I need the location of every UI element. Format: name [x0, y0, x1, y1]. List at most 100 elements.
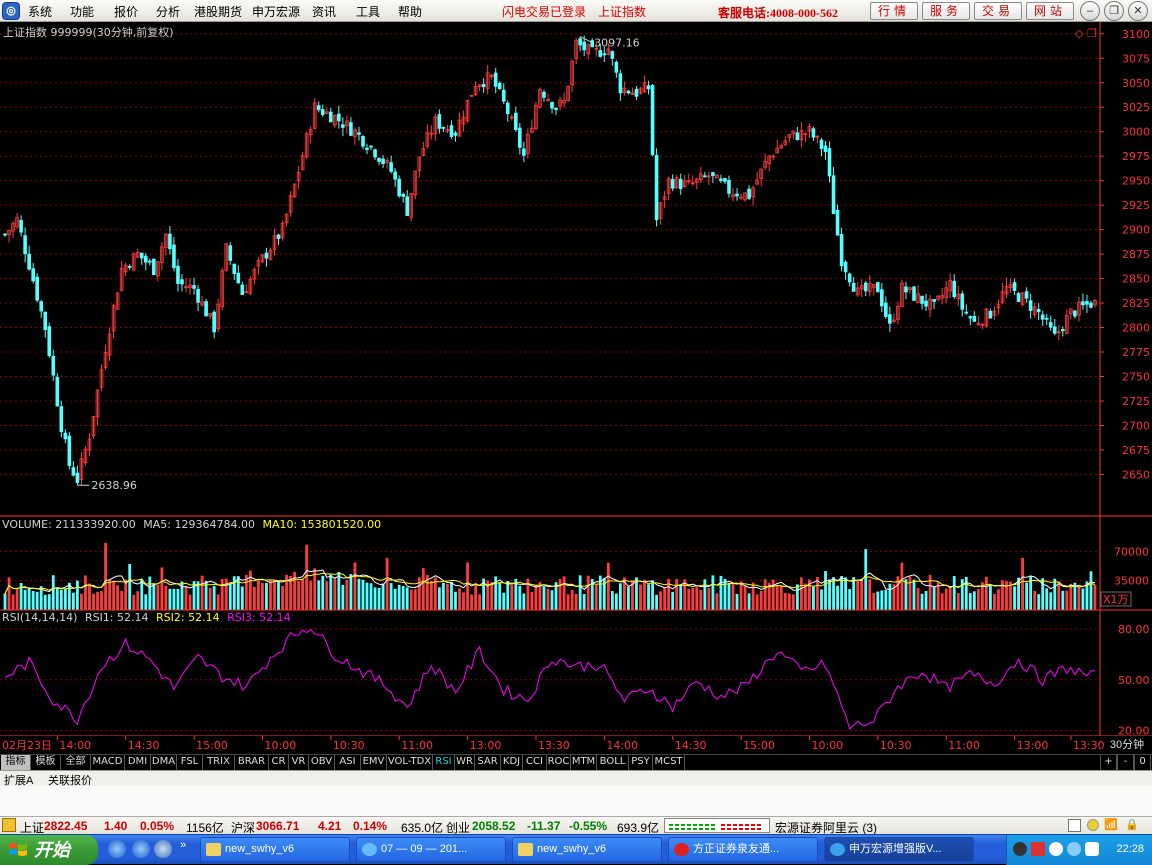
diamond-icon[interactable]: ◇	[1075, 28, 1084, 40]
indicator-tab-rsi[interactable]: RSI	[433, 755, 455, 770]
more-icon[interactable]: »	[180, 839, 186, 851]
indicator-tab-cr[interactable]: CR	[269, 755, 289, 770]
volume-bar	[216, 594, 220, 610]
indicator-tab-asi[interactable]: ASI	[335, 755, 361, 770]
browser-icon[interactable]	[154, 840, 172, 858]
indicator-tab-mcst[interactable]: MCST	[653, 755, 685, 770]
indicator-tab-boll[interactable]: BOLL	[597, 755, 629, 770]
task-founder-securities[interactable]: 方正证券泉友通...	[668, 837, 818, 862]
task-new-swhy-2[interactable]: new_swhy_v6	[512, 837, 662, 862]
chart-area[interactable]: 3100 3075 3050 3025 3000 2975 2950 2925 2900 2875…	[0, 22, 1152, 754]
indicator-tab-macd[interactable]: MACD	[91, 755, 125, 770]
price-tick-label: 2850	[1122, 273, 1150, 286]
indicator-tab-sar[interactable]: SAR	[475, 755, 501, 770]
menu-analysis[interactable]: 分析	[156, 3, 180, 20]
candle-body	[349, 122, 353, 136]
volume-bar	[868, 579, 872, 610]
volume-bar	[510, 582, 514, 610]
indicator-tab-obv[interactable]: OBV	[309, 755, 335, 770]
menu-help[interactable]: 帮助	[398, 3, 422, 20]
wifi-icon[interactable]: 📶	[1104, 818, 1118, 831]
volume-bar	[240, 586, 244, 610]
candle-body	[449, 125, 454, 137]
volume-bar	[900, 562, 904, 610]
candle-body	[880, 289, 884, 307]
volume-bar	[904, 579, 908, 610]
indicator-tab-psy[interactable]: PSY	[629, 755, 653, 770]
menu-news[interactable]: 资讯	[312, 3, 336, 20]
task-date-window[interactable]: 07 — 09 — 201...	[356, 837, 506, 862]
volume-bar	[353, 562, 357, 610]
indicator-tab-dma[interactable]: DMA	[151, 755, 177, 770]
candle-body	[1028, 300, 1033, 311]
zoom-out-button[interactable]: -	[1117, 755, 1134, 770]
indicator-tab-cci[interactable]: CCI	[523, 755, 547, 770]
ie-icon[interactable]	[108, 840, 126, 858]
tray-icon-3[interactable]	[1049, 842, 1063, 856]
indicator-tab-roc[interactable]: ROC	[547, 755, 571, 770]
lock-icon[interactable]: 🔒	[1125, 818, 1139, 831]
indicator-tab-指标[interactable]: 指标	[1, 755, 31, 770]
menu-tools[interactable]: 工具	[356, 3, 380, 20]
tray-icon-1[interactable]	[1013, 842, 1027, 856]
close-icon[interactable]: ✕	[1128, 1, 1148, 21]
indicator-tab-dmi[interactable]: DMI	[125, 755, 151, 770]
volume-bar	[787, 593, 791, 610]
tray-icon-4[interactable]	[1067, 842, 1081, 856]
indicator-tab-模板[interactable]: 模板	[31, 755, 61, 770]
menu-system[interactable]: 系统	[28, 3, 52, 20]
minimize-icon[interactable]: –	[1080, 1, 1100, 21]
indicator-tab-trix[interactable]: TRIX	[203, 755, 235, 770]
volume-bar	[11, 594, 15, 610]
menu-hk-futures[interactable]: 港股期货	[194, 3, 242, 20]
indicator-tab-mtm[interactable]: MTM	[571, 755, 597, 770]
flag-tray-icon[interactable]	[1031, 842, 1045, 856]
flash-trade-status[interactable]: 闪电交易已登录	[502, 3, 586, 20]
start-button[interactable]: 开始	[0, 835, 98, 865]
indicator-tab-vol-tdx[interactable]: VOL-TDX	[387, 755, 433, 770]
service-button[interactable]: 服务	[922, 2, 970, 20]
chart-canvas[interactable]: 3100 3075 3050 3025 3000 2975 2950 2925 2900 2875…	[0, 22, 1152, 754]
indicator-tab-kdj[interactable]: KDJ	[501, 755, 523, 770]
volume-bar	[490, 582, 494, 610]
indicator-tab-emv[interactable]: EMV	[361, 755, 387, 770]
menu-functions[interactable]: 功能	[70, 3, 94, 20]
volume-bar	[269, 579, 272, 610]
period-selector[interactable]: 30分钟	[1104, 738, 1150, 753]
indicator-tab-fsl[interactable]: FSL	[177, 755, 203, 770]
restore-icon[interactable]: ❐	[1104, 1, 1124, 21]
ie-icon-2[interactable]	[132, 840, 150, 858]
candle-body	[316, 105, 321, 111]
panel-toggle-icon[interactable]	[1068, 819, 1081, 832]
task-swhy-enhanced[interactable]: 申万宏源增强版V...	[824, 837, 974, 862]
task-new-swhy-1[interactable]: new_swhy_v6	[200, 837, 350, 862]
indicator-tab-vr[interactable]: VR	[289, 755, 309, 770]
volume-bar	[940, 593, 944, 610]
candle-body	[393, 171, 397, 180]
candle-body	[168, 233, 172, 250]
zoom-in-button[interactable]: +	[1100, 755, 1117, 770]
shield-icon[interactable]	[1085, 842, 1099, 856]
menu-quotes[interactable]: 报价	[114, 3, 138, 20]
volume-bar	[413, 589, 417, 610]
volume-bar	[932, 586, 936, 610]
volume-bar	[329, 574, 333, 610]
quotes-button[interactable]: 行情	[870, 2, 918, 20]
volume-bar	[1013, 586, 1016, 610]
expand-icon[interactable]: ❐	[1087, 28, 1097, 40]
candle-body	[453, 132, 458, 136]
indicator-tab-wr[interactable]: WR	[455, 755, 475, 770]
candle-body	[703, 175, 707, 178]
volume-bar	[108, 579, 111, 610]
volume-bar	[643, 579, 646, 610]
menu-swhy[interactable]: 申万宏源	[252, 3, 300, 20]
app-logo-icon[interactable]: ◎	[2, 2, 20, 20]
notice-icon[interactable]	[1087, 819, 1099, 831]
candle-body	[610, 51, 615, 59]
indicator-tab-全部[interactable]: 全部	[61, 755, 91, 770]
zoom-reset-button[interactable]: 0	[1134, 755, 1151, 770]
trade-button[interactable]: 交易	[974, 2, 1022, 20]
website-button[interactable]: 网站	[1026, 2, 1074, 20]
volume-bar	[610, 591, 614, 610]
indicator-tab-brar[interactable]: BRAR	[235, 755, 269, 770]
